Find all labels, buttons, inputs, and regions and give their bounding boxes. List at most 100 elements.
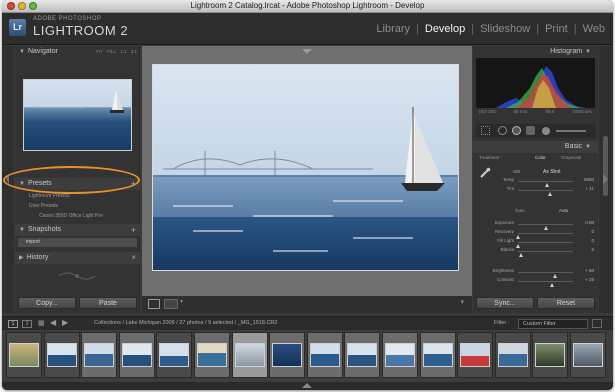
- slider-label: Contrast: [496, 277, 514, 282]
- preset-item[interactable]: Canon 350D Office Light Pre: [15, 211, 140, 221]
- tool-slider-icon: [556, 130, 586, 132]
- history-header[interactable]: ▶ History ×: [15, 252, 140, 264]
- thumbnail-image: [460, 343, 491, 367]
- slider-thumb[interactable]: [547, 192, 552, 196]
- slider-thumb[interactable]: [518, 253, 523, 257]
- filmstrip-thumbnail[interactable]: [81, 332, 118, 378]
- filmstrip-thumbnail[interactable]: [457, 332, 494, 378]
- filmstrip-thumbnail[interactable]: [43, 332, 80, 378]
- slider-label: Exposure: [494, 220, 514, 225]
- slider-value[interactable]: 5500: [584, 177, 594, 182]
- slider-value[interactable]: + 25: [585, 277, 594, 282]
- title-bar[interactable]: Lightroom 2 Catalog.lrcat - Adobe Photos…: [2, 0, 613, 13]
- back-arrow-icon[interactable]: ◀: [50, 318, 56, 327]
- snapshots-header[interactable]: ▼ Snapshots +: [15, 224, 140, 236]
- slider-thumb[interactable]: [550, 283, 555, 287]
- view-options-chevron-icon[interactable]: ▾: [180, 298, 183, 305]
- slider-track[interactable]: [518, 281, 573, 287]
- slider-row: Fill Light 0: [473, 238, 598, 248]
- slider-track[interactable]: [518, 272, 573, 278]
- image-canvas[interactable]: [142, 46, 472, 296]
- filmstrip-thumbnail[interactable]: [382, 332, 418, 378]
- navigator-preview[interactable]: [23, 79, 132, 151]
- scrollbar-thumb[interactable]: [603, 136, 608, 196]
- presets-highlight-circle: [3, 166, 140, 194]
- bottom-panel-toggle-icon: [302, 383, 312, 388]
- crop-tool-icon[interactable]: [481, 126, 490, 135]
- slider-value[interactable]: 0: [591, 238, 594, 243]
- filmstrip-thumbnail[interactable]: [156, 332, 193, 378]
- filmstrip-thumbnail[interactable]: [194, 332, 230, 378]
- thumbnail-image: [234, 343, 265, 367]
- add-snapshot-icon[interactable]: +: [131, 224, 136, 236]
- navigator-zoom-options[interactable]: FIT FILL 1:1 3:1: [96, 46, 137, 58]
- slider-value[interactable]: + 11: [585, 186, 594, 191]
- toolbar-menu-icon[interactable]: ▾: [460, 298, 464, 306]
- filmstrip-thumbnail[interactable]: [306, 332, 343, 378]
- filmstrip-thumbnail[interactable]: [344, 332, 381, 378]
- snapshot-item[interactable]: import: [18, 238, 137, 247]
- graduated-filter-icon[interactable]: [526, 126, 535, 135]
- spot-removal-icon[interactable]: [498, 126, 507, 135]
- filmstrip-thumbnail[interactable]: [494, 332, 531, 378]
- module-slideshow[interactable]: Slideshow: [478, 23, 532, 35]
- slider-value[interactable]: 0: [591, 229, 594, 234]
- slider-value[interactable]: 0.00: [585, 220, 594, 225]
- copy-button[interactable]: Copy...: [18, 297, 76, 309]
- filmstrip-thumbnail[interactable]: [419, 332, 456, 378]
- filmstrip-thumbnail[interactable]: [6, 332, 42, 378]
- basic-header[interactable]: Basic ▼: [473, 141, 598, 153]
- slider-row: Blacks 5: [473, 247, 598, 257]
- slider-value[interactable]: 5: [591, 247, 594, 252]
- module-print[interactable]: Print: [543, 23, 570, 35]
- filter-select[interactable]: Custom Filter: [518, 319, 588, 329]
- treatment-grayscale-option[interactable]: Grayscale: [561, 155, 581, 160]
- focal-length-readout: 55 mm: [513, 109, 528, 114]
- filter-toggle-icon[interactable]: [592, 319, 602, 328]
- filmstrip-thumbnail[interactable]: [532, 332, 569, 378]
- sync-button[interactable]: Sync...: [476, 297, 534, 309]
- slider-label: Brightness: [492, 268, 514, 273]
- slider-track[interactable]: [518, 181, 573, 187]
- top-panel-toggle-icon[interactable]: [302, 49, 312, 55]
- filmstrip-thumbnail[interactable]: [118, 332, 155, 378]
- reset-button[interactable]: Reset: [537, 297, 595, 309]
- sailboat-photo: [153, 65, 458, 270]
- histogram-graph[interactable]: [476, 58, 595, 108]
- module-web[interactable]: Web: [581, 23, 607, 35]
- clear-history-icon[interactable]: ×: [131, 252, 136, 264]
- primary-window-icon[interactable]: 1: [8, 320, 18, 328]
- before-after-view-icon[interactable]: [164, 299, 178, 309]
- slider-track[interactable]: [516, 233, 573, 239]
- histogram-header[interactable]: Histogram ▼: [473, 46, 598, 58]
- right-scrollbar[interactable]: [599, 46, 613, 313]
- tone-auto-button[interactable]: Auto: [559, 208, 568, 213]
- thumbnail-image: [573, 343, 603, 367]
- slider-track[interactable]: [516, 242, 573, 248]
- secondary-window-icon[interactable]: 2: [22, 320, 32, 328]
- slider-track[interactable]: [518, 251, 573, 257]
- preset-folder-user[interactable]: User Presets: [15, 201, 140, 211]
- adjustment-brush-icon[interactable]: [542, 127, 550, 135]
- slider-value[interactable]: + 50: [585, 268, 594, 273]
- thumbnail-image: [497, 343, 528, 367]
- paste-button[interactable]: Paste: [79, 297, 137, 309]
- bottom-panel-edge[interactable]: [2, 382, 613, 390]
- slider-track[interactable]: [518, 224, 573, 230]
- forward-arrow-icon[interactable]: ▶: [62, 318, 68, 327]
- module-library[interactable]: Library: [374, 23, 412, 35]
- filmstrip-thumbnail[interactable]: [269, 332, 306, 378]
- module-develop[interactable]: Develop: [423, 23, 467, 35]
- red-eye-icon[interactable]: [512, 126, 521, 135]
- collapse-triangle-icon: ▼: [19, 227, 25, 233]
- wb-select[interactable]: As Shot: [543, 169, 561, 175]
- filmstrip-thumbnail[interactable]: [231, 332, 268, 378]
- loupe-view-icon[interactable]: [148, 299, 160, 309]
- vendor-name: ADOBE PHOTOSHOP: [33, 16, 102, 22]
- treatment-color-option[interactable]: Color: [535, 155, 546, 160]
- filmstrip-thumbnail[interactable]: [570, 332, 606, 378]
- navigator-header[interactable]: ▼ Navigator FIT FILL 1:1 3:1: [15, 46, 140, 58]
- grid-view-icon[interactable]: ▦: [38, 319, 45, 327]
- slider-track[interactable]: [518, 190, 573, 196]
- filmstrip-breadcrumb[interactable]: Collections / Lake Michigan 2009 / 27 ph…: [94, 320, 277, 326]
